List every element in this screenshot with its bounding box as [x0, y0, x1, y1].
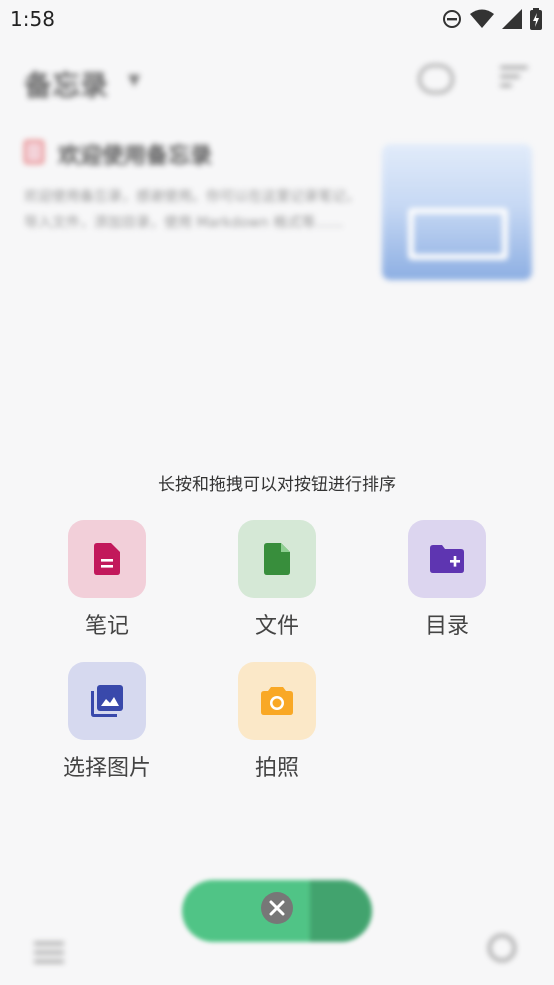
close-button[interactable] [261, 892, 293, 924]
battery-charging-icon [530, 8, 542, 30]
new-note-button[interactable] [68, 520, 146, 598]
status-time: 1:58 [10, 7, 55, 31]
note-icon [94, 543, 120, 575]
new-directory-button[interactable] [408, 520, 486, 598]
signal-icon [502, 9, 522, 29]
menu-icon [34, 942, 64, 964]
image-library-icon [91, 685, 123, 717]
new-file-label: 文件 [254, 614, 299, 639]
close-icon [269, 900, 285, 916]
new-file-action[interactable]: 文件 [202, 520, 352, 640]
folder-add-icon [430, 545, 464, 573]
new-note-label: 笔记 [84, 614, 129, 639]
drag-sort-hint: 长按和拖拽可以对按钮进行排序 [158, 475, 396, 495]
choose-image-label: 选择图片 [62, 756, 151, 781]
chevron-down-icon: ▼ [128, 70, 141, 89]
new-note-action[interactable]: 笔记 [32, 520, 182, 640]
wifi-icon [470, 9, 494, 28]
choose-image-button[interactable] [68, 662, 146, 740]
search-icon [488, 934, 516, 962]
note-thumbnail [382, 144, 532, 280]
new-directory-action[interactable]: 目录 [372, 520, 522, 640]
new-file-button[interactable] [238, 520, 316, 598]
background-app: 备忘录 ▼ 欢迎使用备忘录 欢迎使用备忘录，感谢使用。你可以在这里记录笔记，导入… [0, 38, 554, 985]
new-directory-label: 目录 [424, 614, 469, 639]
cloud-sync-icon [418, 64, 454, 94]
take-photo-button[interactable] [238, 662, 316, 740]
do-not-disturb-icon [443, 10, 461, 28]
sort-icon [500, 66, 528, 90]
status-bar: 1:58 [0, 0, 554, 38]
app-title: 备忘录 [24, 69, 109, 102]
list-item: 欢迎使用备忘录 欢迎使用备忘录，感谢使用。你可以在这里记录笔记，导入文件，添加目… [24, 138, 364, 236]
take-photo-label: 拍照 [254, 756, 299, 781]
take-photo-action[interactable]: 拍照 [202, 662, 352, 782]
file-icon [264, 543, 290, 575]
camera-icon [261, 687, 293, 715]
note-title: 欢迎使用备忘录 [24, 138, 364, 170]
note-preview: 欢迎使用备忘录，感谢使用。你可以在这里记录笔记，导入文件，添加目录，使用 Mar… [24, 189, 360, 231]
choose-image-action[interactable]: 选择图片 [32, 662, 182, 782]
